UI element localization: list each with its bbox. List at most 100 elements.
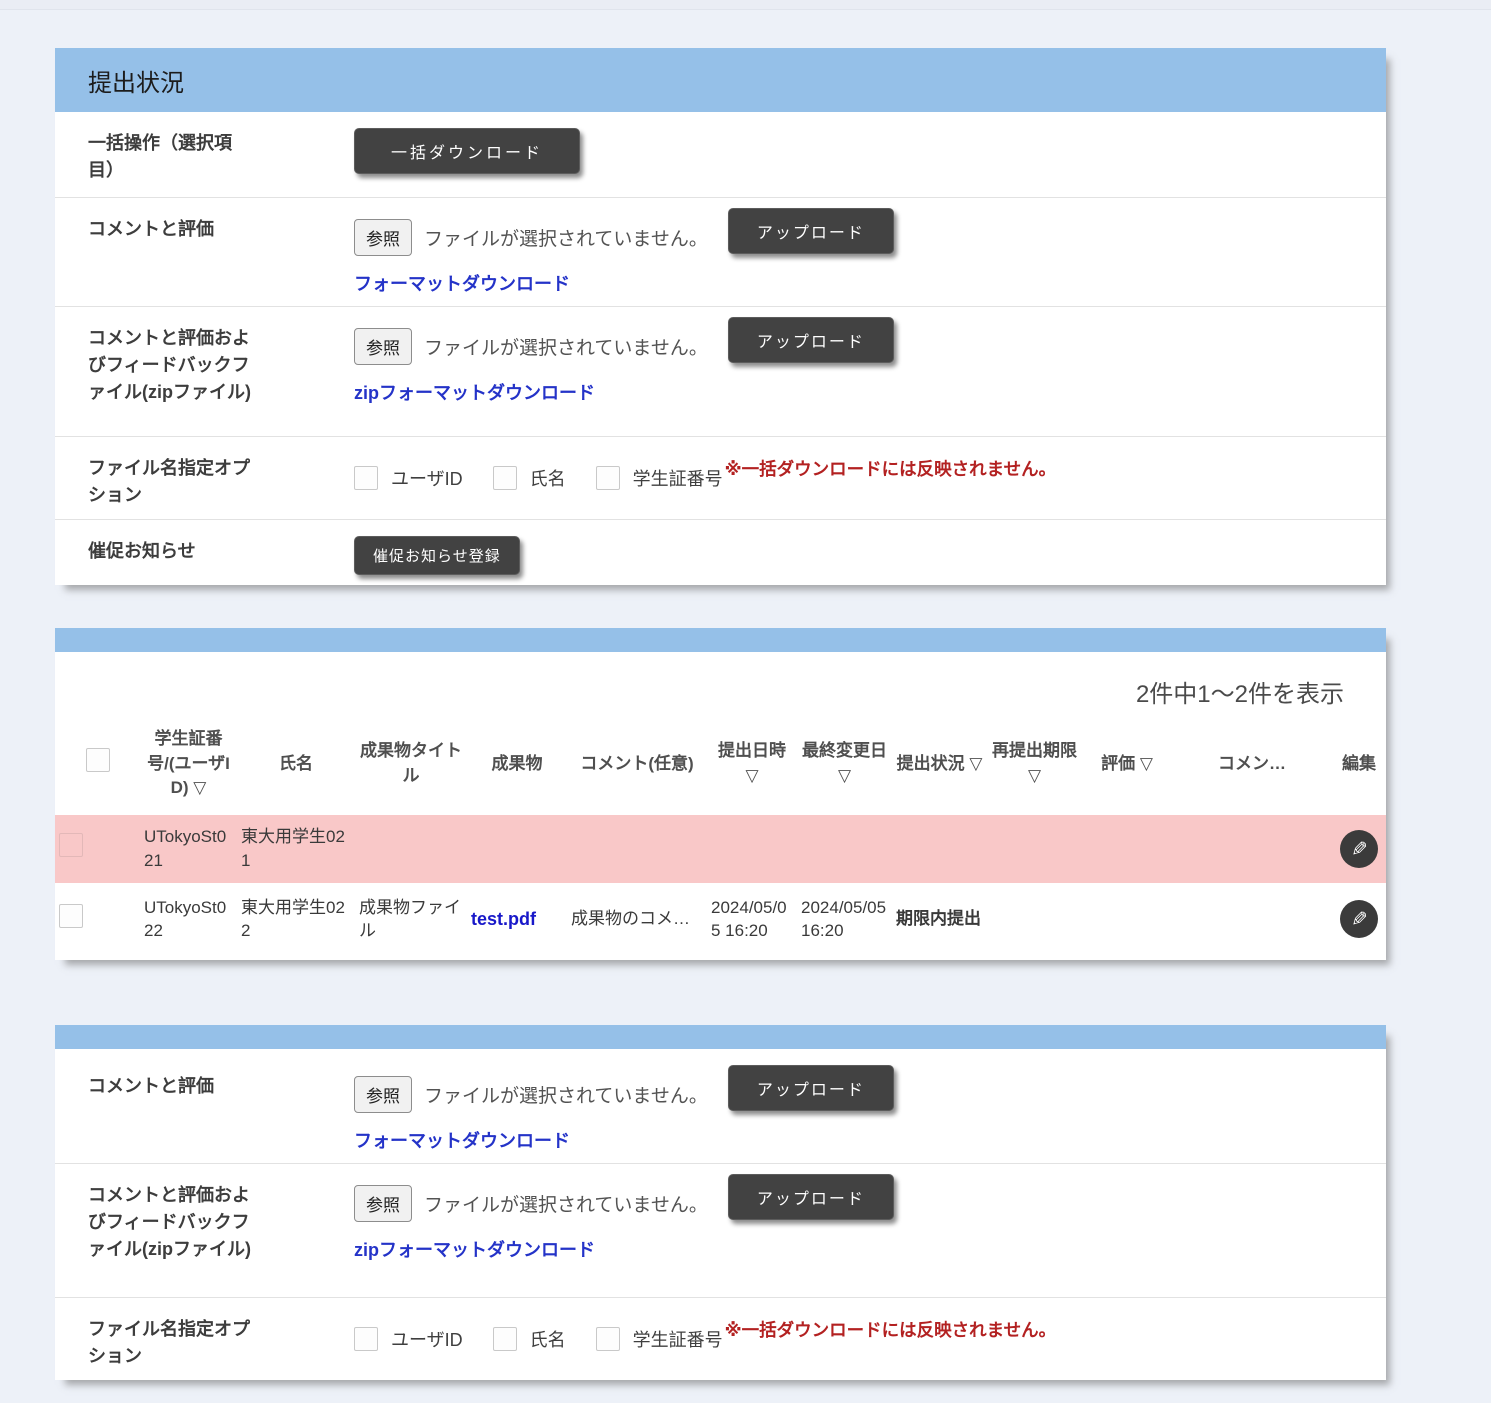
status-cell (892, 815, 987, 884)
comment-eval-label: コメントと評価 (88, 214, 254, 243)
grade-cell (1082, 815, 1172, 884)
col-comment: コメント(任意) (567, 713, 707, 815)
browse-button[interactable]: 参照 (354, 1185, 412, 1222)
student-id-checkbox-label: 学生証番号 (633, 1326, 723, 1352)
no-file-text: ファイルが選択されていません。 (424, 224, 708, 251)
col-deliverable-title: 成果物タイトル (355, 713, 467, 815)
col-name: 氏名 (237, 713, 355, 815)
status-cell: 期限内提出 (892, 884, 987, 953)
user-id-checkbox[interactable] (354, 1327, 378, 1351)
user-id-checkbox-label: ユーザID (391, 1326, 463, 1352)
bottom-panel-header-bar (55, 1025, 1386, 1049)
name-checkbox[interactable] (493, 1327, 517, 1351)
upload-button[interactable]: アップロード (728, 1065, 894, 1111)
panel-title: 提出状況 (88, 63, 184, 98)
filename-option-row: ファイル名指定オプション ユーザID 氏名 学生証番号 ※一括ダウンロードには反… (55, 1297, 1386, 1380)
table-header-row: 学生証番号/(ユーザID) ▽ 氏名 成果物タイトル 成果物 コメント(任意) … (55, 713, 1386, 815)
bulk-operation-row: 一括操作（選択項目） 一括ダウンロード (55, 112, 1386, 197)
comment-eval-row: コメントと評価 参照 ファイルが選択されていません。 アップロード フォーマット… (55, 197, 1386, 306)
col-student-id[interactable]: 学生証番号/(ユーザID) ▽ (140, 713, 237, 815)
last-modified-cell (797, 815, 892, 884)
resubmit-limit-cell (987, 815, 1082, 884)
page-top-strip (0, 0, 1491, 10)
panel-header: 提出状況 (55, 48, 1386, 112)
row-checkbox[interactable] (59, 833, 83, 857)
student-id-checkbox[interactable] (596, 1327, 620, 1351)
student-id-checkbox[interactable] (596, 466, 620, 490)
comment-eval-zip-label: コメントと評価およびフィードバックファイル(zipファイル) (88, 1180, 254, 1263)
table-row: UTokyoSt022 東大用学生022 成果物ファイル test.pdf 成果… (55, 884, 1386, 953)
bulk-download-button[interactable]: 一括ダウンロード (354, 128, 580, 174)
filename-option-label: ファイル名指定オプション (88, 453, 254, 509)
deliverable-title-cell (355, 815, 467, 884)
comment-eval-label: コメントと評価 (88, 1071, 254, 1100)
submission-table: 学生証番号/(ユーザID) ▽ 氏名 成果物タイトル 成果物 コメント(任意) … (55, 713, 1386, 953)
zip-format-download-link[interactable]: zipフォーマットダウンロード (354, 379, 595, 405)
upload-button[interactable]: アップロード (728, 208, 894, 254)
col-last-modified[interactable]: 最終変更日 ▽ (797, 713, 892, 815)
upload-button[interactable]: アップロード (728, 1174, 894, 1220)
student-id-cell: UTokyoSt022 (140, 884, 237, 953)
no-file-text: ファイルが選択されていません。 (424, 333, 708, 360)
bottom-upload-panel: コメントと評価 参照 ファイルが選択されていません。 アップロード フォーマット… (55, 1025, 1386, 1380)
deliverable-title-cell: 成果物ファイル (355, 884, 467, 953)
submitted-at-cell: 2024/05/05 16:20 (707, 884, 797, 953)
student-id-cell: UTokyoSt021 (140, 815, 237, 884)
browse-button[interactable]: 参照 (354, 1076, 412, 1113)
reminder-row: 催促お知らせ 催促お知らせ登録 (55, 519, 1386, 585)
comment-eval-zip-label: コメントと評価およびフィードバックファイル(zipファイル) (88, 323, 254, 406)
edit-button[interactable]: ✎ (1340, 900, 1378, 938)
col-deliverable: 成果物 (467, 713, 567, 815)
filename-option-label: ファイル名指定オプション (88, 1314, 254, 1370)
user-id-checkbox[interactable] (354, 466, 378, 490)
select-all-checkbox[interactable] (86, 748, 110, 772)
filename-option-row: ファイル名指定オプション ユーザID 氏名 学生証番号 ※一括ダウンロードには反… (55, 436, 1386, 519)
col-teacher-comment: コメン… (1172, 713, 1332, 815)
name-checkbox-label: 氏名 (530, 465, 566, 491)
comment-cell (567, 815, 707, 884)
resubmit-limit-cell (987, 884, 1082, 953)
result-count: 2件中1～2件を表示 (55, 652, 1386, 713)
col-submitted-at[interactable]: 提出日時 ▽ (707, 713, 797, 815)
grade-cell (1082, 884, 1172, 953)
reminder-register-button[interactable]: 催促お知らせ登録 (354, 536, 520, 575)
no-file-text: ファイルが選択されていません。 (424, 1081, 708, 1108)
comment-eval-zip-row: コメントと評価およびフィードバックファイル(zipファイル) 参照 ファイルが選… (55, 1163, 1386, 1297)
deliverable-cell (467, 815, 567, 884)
table-row: UTokyoSt021 東大用学生021 ✎ (55, 815, 1386, 884)
student-id-checkbox-label: 学生証番号 (633, 465, 723, 491)
comment-cell: 成果物のコメ… (567, 884, 707, 953)
submitted-at-cell (707, 815, 797, 884)
user-id-checkbox-label: ユーザID (391, 465, 463, 491)
table-panel-header-bar (55, 628, 1386, 652)
browse-button[interactable]: 参照 (354, 219, 412, 256)
submission-status-panel: 提出状況 一括操作（選択項目） 一括ダウンロード コメントと評価 参照 ファイル… (55, 48, 1386, 585)
edit-button[interactable]: ✎ (1340, 830, 1378, 868)
comment-eval-zip-row: コメントと評価およびフィードバックファイル(zipファイル) 参照 ファイルが選… (55, 306, 1386, 436)
format-download-link[interactable]: フォーマットダウンロード (354, 1127, 570, 1153)
upload-button[interactable]: アップロード (728, 317, 894, 363)
browse-button[interactable]: 参照 (354, 328, 412, 365)
comment-eval-row: コメントと評価 参照 ファイルが選択されていません。 アップロード フォーマット… (55, 1049, 1386, 1163)
col-resubmit-limit[interactable]: 再提出期限 ▽ (987, 713, 1082, 815)
bulk-download-note: ※一括ダウンロードには反映されません。 (725, 1317, 1057, 1342)
bulk-operation-label: 一括操作（選択項目） (88, 128, 254, 184)
name-checkbox[interactable] (493, 466, 517, 490)
format-download-link[interactable]: フォーマットダウンロード (354, 270, 570, 296)
no-file-text: ファイルが選択されていません。 (424, 1190, 708, 1217)
col-status[interactable]: 提出状況 ▽ (892, 713, 987, 815)
teacher-comment-cell (1172, 884, 1332, 953)
edit-icon: ✎ (1351, 839, 1368, 859)
zip-format-download-link[interactable]: zipフォーマットダウンロード (354, 1236, 595, 1262)
name-checkbox-label: 氏名 (530, 1326, 566, 1352)
name-cell: 東大用学生022 (237, 884, 355, 953)
row-checkbox[interactable] (59, 904, 83, 928)
reminder-label: 催促お知らせ (88, 536, 254, 565)
teacher-comment-cell (1172, 815, 1332, 884)
name-cell: 東大用学生021 (237, 815, 355, 884)
col-grade[interactable]: 評価 ▽ (1082, 713, 1172, 815)
last-modified-cell: 2024/05/05 16:20 (797, 884, 892, 953)
deliverable-file-link[interactable]: test.pdf (471, 909, 536, 929)
submission-table-panel: 2件中1～2件を表示 学生証番号/(ユーザID) ▽ 氏名 成果物タイトル 成果… (55, 628, 1386, 960)
bulk-download-note: ※一括ダウンロードには反映されません。 (725, 456, 1057, 481)
